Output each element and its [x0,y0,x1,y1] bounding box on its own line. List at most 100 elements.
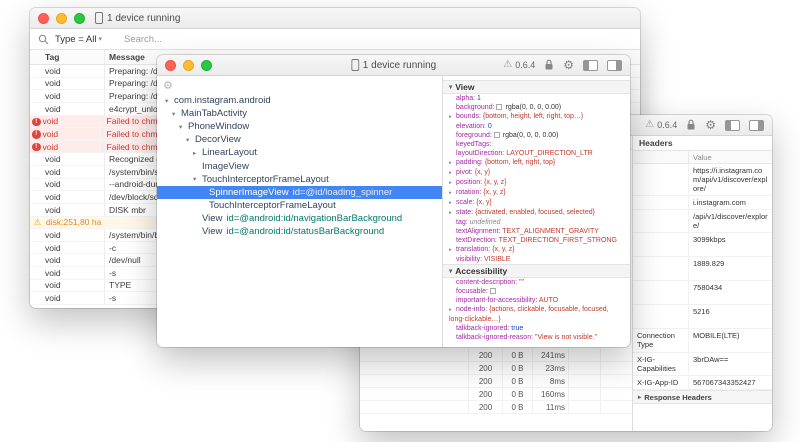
property-row: keyedTags: [443,140,630,149]
header-row: 5216 [633,305,772,329]
tree-node[interactable]: ▾ MainTabActivity [157,107,442,120]
log-tag-cell: void [43,229,105,241]
request-row[interactable]: 200 0 B 8ms [360,375,632,388]
window-controls [165,59,212,71]
toggle-right-panel-button[interactable] [749,119,764,131]
expand-arrow-icon[interactable]: ▸ [449,179,456,188]
row-icon-spacer [32,166,43,177]
search-input[interactable]: Search... [124,34,162,45]
request-row[interactable]: 200 0 B 160ms [360,388,632,401]
tree-disclosure-icon[interactable]: ▾ [193,175,202,183]
tree-node[interactable]: ▾ TouchInterceptorFrameLayout [157,173,442,186]
property-row[interactable]: ▸ pivot: {x, y} [443,168,630,178]
property-row: textAlignment: TEXT_ALIGNMENT_GRAVITY [443,227,630,236]
log-tag-cell: void [43,241,105,254]
log-message-cell: -s [109,267,117,278]
property-row: talkback-ignored: true [443,324,630,333]
request-size-cell: 0 B [502,388,532,400]
tree-node[interactable]: ▾ DecorView [157,133,442,146]
lock-icon[interactable] [544,59,554,71]
lock-icon[interactable] [686,119,696,131]
tree-disclosure-icon[interactable]: ▾ [186,136,195,144]
expand-arrow-icon[interactable]: ▸ [449,209,456,218]
expand-arrow-icon[interactable]: ▸ [449,306,456,315]
props-section-header[interactable]: ▾ View [443,80,630,94]
tree-disclosure-icon[interactable]: ▾ [165,97,174,105]
property-row[interactable]: ▸ translation: {x, y, z} [443,245,630,255]
toggle-right-panel-button[interactable] [607,59,622,71]
property-row[interactable]: ▸ padding: {bottom, left, right, top} [443,158,630,168]
request-row[interactable]: 200 0 B 23ms [360,362,632,375]
header-row: 7580434 [633,281,772,305]
property-value: LAYOUT_DIRECTION_LTR [506,150,593,157]
property-row[interactable]: ▸ position: {x, y, z} [443,178,630,188]
column-header-tag: Tag [43,50,105,64]
zoom-button[interactable] [201,59,212,71]
expand-arrow-icon[interactable]: ▸ [449,246,456,255]
gear-icon[interactable]: ⚙ [705,119,716,131]
property-row: elevation: 0 [443,122,630,131]
props-section-header[interactable]: ▾ Accessibility [443,264,630,278]
property-name: padding: [456,159,485,166]
header-row: 3099kbps [633,233,772,257]
property-row[interactable]: ▸ scale: {x, y} [443,198,630,208]
log-message-cell: -s [109,293,117,304]
property-row: layoutDirection: LAYOUT_DIRECTION_LTR [443,149,630,158]
property-row[interactable]: ▸ node-info: {actions, clickable, focusab… [443,305,630,324]
expand-arrow-icon[interactable]: ▸ [449,169,456,178]
property-row[interactable]: ▸ rotation: {x, y, z} [443,188,630,198]
properties-panel: ▾ View alpha: 1 background: rgba(0, 0, 0, 0… [443,76,630,347]
expand-arrow-icon[interactable]: ▸ [449,159,456,168]
tree-node[interactable]: ▾ com.instagram.android [157,94,442,107]
row-icon-spacer [32,204,43,215]
gear-icon[interactable]: ⚙ [563,59,574,71]
error-icon: ! [32,117,41,127]
tree-disclosure-icon[interactable]: ▾ [179,123,188,131]
toggle-left-panel-button[interactable] [725,119,740,131]
tree-node[interactable]: View id=@android:id/statusBarBackground [157,225,442,238]
tree-node[interactable]: ▸ LinearLayout [157,146,442,159]
inspector-window-titlebar[interactable]: 1 device running ⚠ 0.6.4 ⚙ [157,55,630,76]
tree-disclosure-icon[interactable]: ▾ [172,110,181,118]
color-swatch [496,104,503,110]
expand-arrow-icon[interactable]: ▸ [449,199,456,208]
expand-arrow-icon[interactable]: ▸ [449,113,456,122]
property-name: tag: [456,219,470,226]
device-icon [95,12,103,24]
error-icon: ! [32,142,41,152]
expand-arrow-icon[interactable]: ▸ [449,189,456,198]
tree-node[interactable]: View id=@android:id/navigationBarBackgrou… [157,212,442,225]
gear-icon[interactable]: ⚙ [157,76,442,94]
search-icon [38,34,49,44]
request-extra-cell [600,388,632,400]
headers-tab[interactable]: Headers [633,136,772,151]
header-row: /api/v1/discover/explore/ [633,210,772,233]
response-headers-section[interactable]: ▸ Response Headers [633,390,772,404]
close-button[interactable] [38,12,49,24]
checkbox[interactable] [489,288,496,294]
property-row[interactable]: ▸ state: {activated, enabled, focused, se… [443,208,630,218]
tree-node[interactable]: ImageView [157,159,442,172]
tree-node[interactable]: ▾ PhoneWindow [157,120,442,133]
toggle-left-panel-button[interactable] [583,59,598,71]
type-filter-dropdown[interactable]: Type = All ▾ [55,34,102,45]
tree-node-label: MainTabActivity [181,108,247,120]
tree-node[interactable]: TouchInterceptorFrameLayout [157,199,442,212]
request-row[interactable]: 200 0 B 241ms [360,349,632,362]
property-value: {x, y} [476,199,492,206]
minimize-button[interactable] [56,12,67,24]
log-tag-cell: void [43,153,105,165]
header-row: 1889.829 [633,257,772,281]
property-value: true [511,325,524,332]
request-row[interactable]: 200 0 B 11ms [360,401,632,414]
property-row[interactable]: ▸ bounds: {bottom, height, left, right, t… [443,112,630,122]
close-button[interactable] [165,59,176,71]
zoom-button[interactable] [74,12,85,24]
log-window-titlebar[interactable]: 1 device running [30,8,640,29]
tree-node[interactable]: SpinnerImageView id=@id/loading_spinner [157,185,442,199]
minimize-button[interactable] [183,59,194,71]
property-row: tag: undefined [443,218,630,227]
tree-disclosure-icon[interactable]: ▸ [193,149,202,157]
response-headers-label: Response Headers [644,392,712,402]
chevron-down-icon: ▾ [449,268,453,275]
